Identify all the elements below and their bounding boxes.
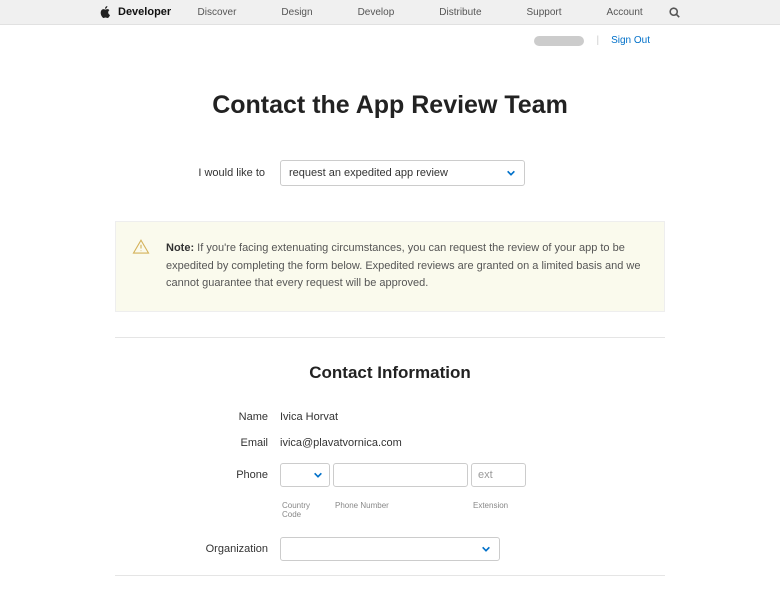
country-code-select[interactable] — [280, 463, 330, 487]
phone-group: ext — [280, 463, 526, 487]
phone-number-hint: Phone Number — [333, 501, 468, 519]
note-label: Note: — [166, 242, 194, 254]
organization-label: Organization — [115, 543, 280, 555]
nav-search[interactable] — [669, 7, 680, 18]
user-name-redacted — [534, 36, 584, 46]
request-type-select[interactable]: request an expedited app review — [280, 160, 525, 186]
name-value: Ivica Horvat — [280, 411, 338, 423]
organization-row: Organization — [115, 537, 665, 561]
name-label: Name — [115, 411, 280, 423]
page-title: Contact the App Review Team — [0, 91, 780, 120]
organization-select[interactable] — [280, 537, 500, 561]
email-label: Email — [115, 437, 280, 449]
sign-out-link[interactable]: Sign Out — [611, 35, 650, 46]
main-content: I would like to request an expedited app… — [115, 160, 665, 576]
nav-brand-label: Developer — [118, 6, 171, 18]
chevron-down-icon — [481, 544, 491, 554]
nav-item-discover[interactable]: Discover — [198, 7, 237, 18]
chevron-down-icon — [313, 470, 323, 480]
chevron-down-icon — [506, 168, 516, 178]
section-divider — [115, 337, 665, 338]
extension-input[interactable]: ext — [471, 463, 526, 487]
email-value: ivica@plavatvornica.com — [280, 437, 402, 449]
user-bar: | Sign Out — [0, 25, 780, 46]
search-icon — [669, 7, 680, 18]
global-nav: Developer Discover Design Develop Distri… — [0, 0, 780, 25]
apple-logo-icon — [100, 6, 110, 18]
request-type-row: I would like to request an expedited app… — [115, 160, 665, 186]
nav-links: Discover Design Develop Distribute Suppo… — [198, 7, 643, 18]
section-divider — [115, 575, 665, 576]
nav-item-develop[interactable]: Develop — [358, 7, 395, 18]
user-divider: | — [596, 35, 599, 46]
country-code-hint: Country Code — [280, 501, 330, 519]
phone-hint-row: Country Code Phone Number Extension — [280, 501, 665, 519]
nav-item-support[interactable]: Support — [527, 7, 562, 18]
phone-number-input[interactable] — [333, 463, 468, 487]
request-type-label: I would like to — [115, 167, 265, 179]
extension-placeholder: ext — [478, 469, 493, 481]
nav-brand-group[interactable]: Developer — [100, 6, 171, 18]
name-row: Name Ivica Horvat — [115, 411, 665, 423]
nav-item-design[interactable]: Design — [281, 7, 312, 18]
note-text: If you're facing extenuating circumstanc… — [166, 242, 641, 289]
request-type-value: request an expedited app review — [289, 167, 448, 179]
email-row: Email ivica@plavatvornica.com — [115, 437, 665, 449]
nav-item-account[interactable]: Account — [607, 7, 643, 18]
note-box: Note: If you're facing extenuating circu… — [115, 221, 665, 312]
nav-item-distribute[interactable]: Distribute — [439, 7, 481, 18]
extension-hint: Extension — [471, 501, 526, 519]
phone-row: Phone ext — [115, 463, 665, 487]
section-title-contact: Contact Information — [115, 363, 665, 383]
warning-icon — [132, 238, 150, 256]
phone-label: Phone — [115, 469, 280, 481]
